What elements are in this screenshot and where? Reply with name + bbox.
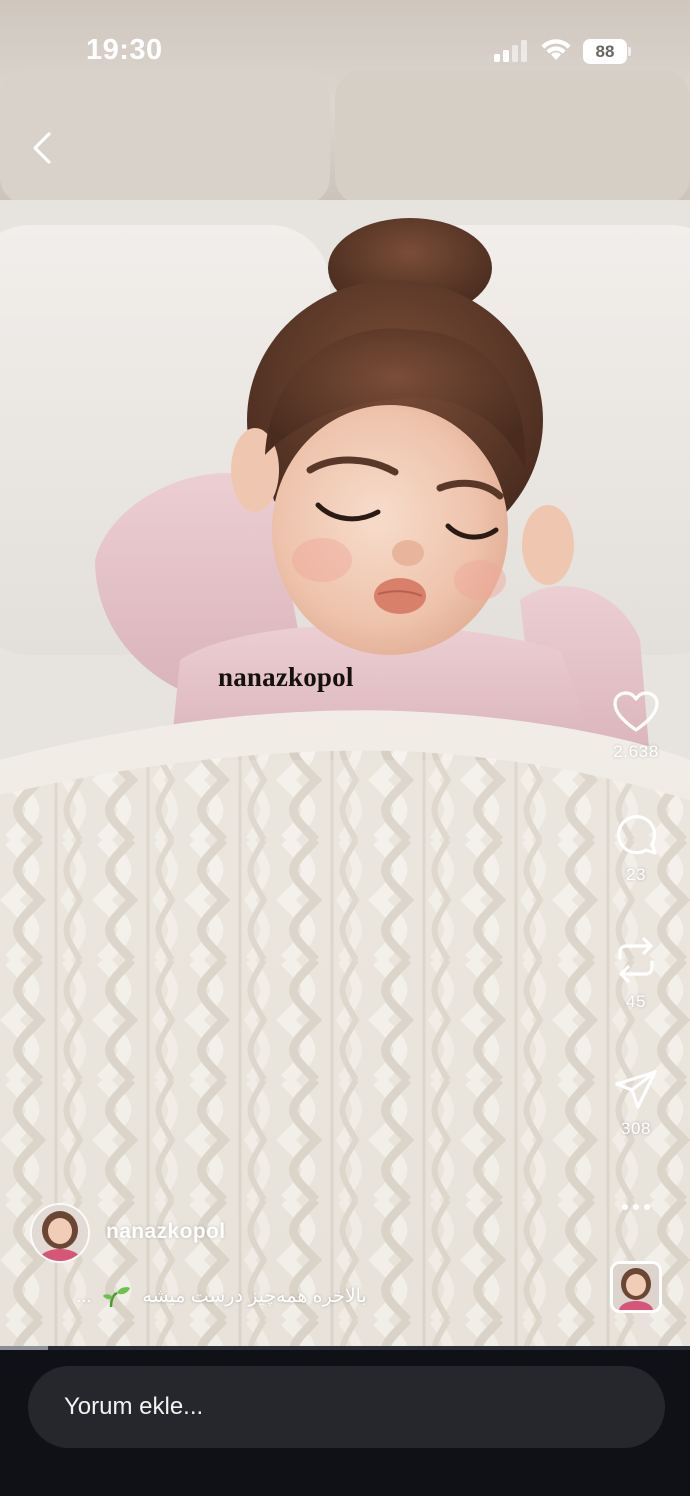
seedling-icon: [103, 1287, 131, 1308]
cellular-signal-icon: [494, 40, 527, 62]
repost-button[interactable]: 45: [602, 936, 670, 1012]
reel-viewer-screen: nanazkopol 19:30 88 2.638 23 45 308 nana…: [0, 0, 690, 1496]
ellipsis-icon: [622, 1204, 650, 1210]
like-button[interactable]: 2.638: [602, 690, 670, 762]
reel-media[interactable]: nanazkopol: [0, 0, 690, 1347]
send-icon: [615, 1070, 657, 1109]
status-bar: 19:30 88: [0, 0, 690, 100]
wifi-icon: [541, 39, 571, 60]
avatar-doll-icon: [613, 1264, 659, 1310]
author-avatar[interactable]: [30, 1203, 90, 1263]
comment-bubble-icon: [617, 815, 657, 855]
back-button[interactable]: [20, 124, 64, 172]
audio-thumbnail[interactable]: [610, 1261, 662, 1313]
heart-icon: [613, 691, 659, 732]
watermark-text: nanazkopol: [218, 662, 354, 692]
comment-count: 23: [625, 865, 647, 884]
battery-indicator: 88: [583, 39, 631, 64]
battery-cap: [628, 47, 631, 56]
repost-count: 45: [625, 992, 647, 1011]
repost-icon: [618, 937, 654, 983]
share-count: 308: [620, 1119, 652, 1138]
author-username[interactable]: nanazkopol: [106, 1220, 226, 1244]
status-time: 19:30: [86, 34, 163, 66]
comment-bar: [0, 1350, 690, 1496]
caption-more[interactable]: ...: [76, 1286, 92, 1307]
share-button[interactable]: 308: [602, 1069, 670, 1139]
add-comment-input[interactable]: [28, 1366, 665, 1448]
comment-button[interactable]: 23: [602, 813, 670, 885]
chevron-left-icon: [33, 132, 51, 164]
more-options-button[interactable]: [612, 1192, 660, 1222]
post-caption[interactable]: ... بالاخره همه‌چیز درست میشه: [76, 1285, 396, 1309]
battery-level: 88: [583, 39, 627, 64]
avatar-doll-icon: [32, 1205, 88, 1261]
like-count: 2.638: [613, 742, 659, 761]
caption-text: بالاخره همه‌چیز درست میشه: [142, 1286, 367, 1308]
